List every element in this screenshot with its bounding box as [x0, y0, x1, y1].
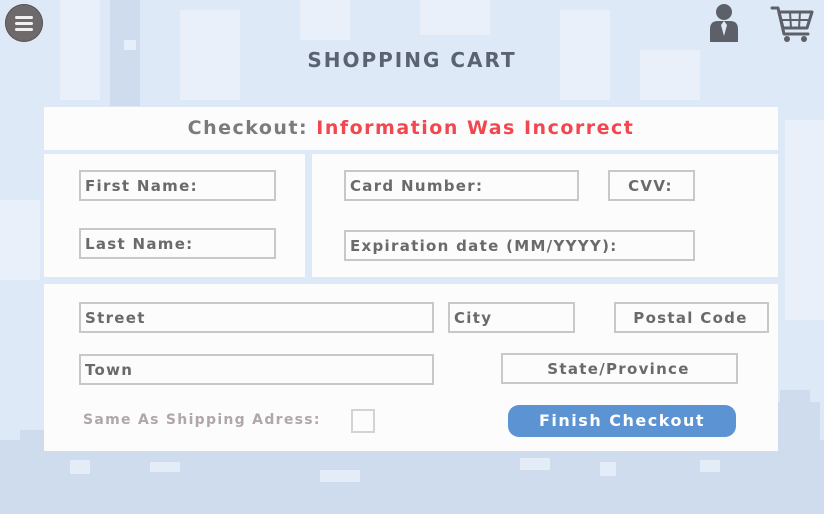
checkout-heading: Checkout: Information Was Incorrect	[44, 107, 778, 150]
expiration-date-input[interactable]	[344, 230, 695, 261]
same-as-shipping-label: Same As Shipping Adress:	[83, 412, 321, 428]
card-number-input[interactable]	[344, 170, 579, 201]
postal-code-input[interactable]	[614, 302, 769, 333]
cvv-input[interactable]	[608, 170, 695, 201]
checkout-error-message: Information Was Incorrect	[316, 117, 635, 139]
last-name-input[interactable]	[79, 228, 276, 259]
user-account-icon[interactable]	[708, 2, 740, 42]
hamburger-menu-icon[interactable]	[5, 4, 43, 42]
city-input[interactable]	[448, 302, 575, 333]
finish-checkout-button[interactable]: Finish Checkout	[508, 405, 736, 437]
page-title: SHOPPING CART	[307, 48, 517, 72]
shopping-cart-icon[interactable]	[770, 4, 814, 44]
same-as-shipping-checkbox[interactable]	[351, 409, 375, 433]
checkout-label: Checkout:	[187, 117, 309, 139]
street-input[interactable]	[79, 302, 434, 333]
state-province-input[interactable]	[501, 353, 738, 384]
town-input[interactable]	[79, 354, 434, 385]
first-name-input[interactable]	[79, 170, 276, 201]
